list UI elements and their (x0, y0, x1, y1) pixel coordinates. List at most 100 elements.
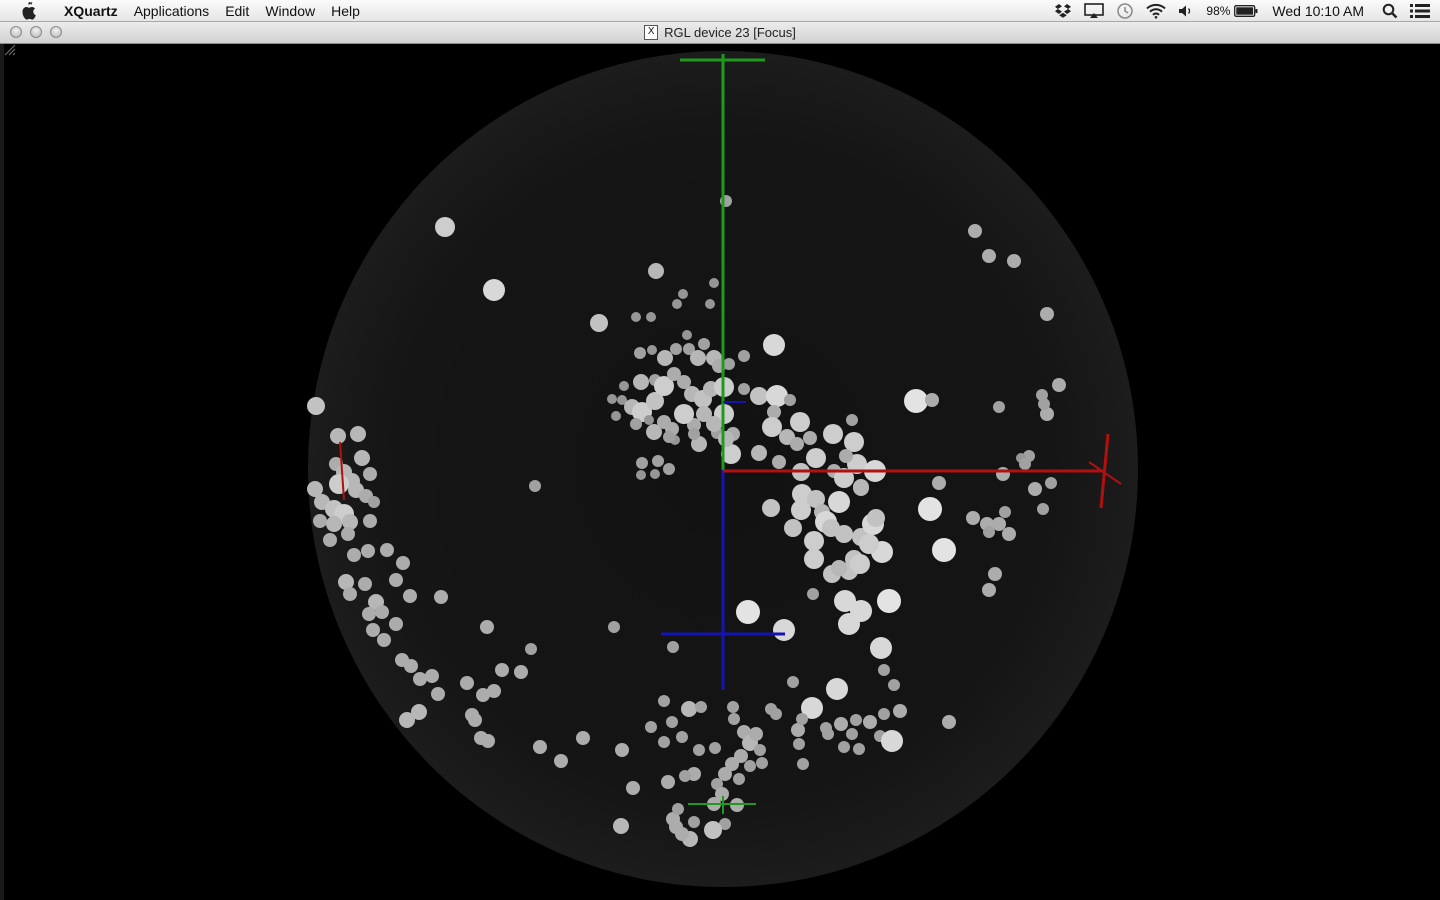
data-point (877, 589, 901, 613)
apple-icon[interactable] (0, 2, 56, 20)
time-machine-icon[interactable] (1110, 0, 1140, 22)
data-point (826, 678, 848, 700)
data-point (648, 263, 664, 279)
data-point (1019, 458, 1031, 470)
battery-percent: 98% (1206, 4, 1231, 18)
data-point (838, 741, 850, 753)
data-point (1037, 503, 1049, 515)
menu-xquartz[interactable]: XQuartz (56, 0, 126, 22)
wifi-icon[interactable] (1140, 0, 1172, 22)
data-point (823, 424, 843, 444)
data-point (756, 757, 768, 769)
data-point (738, 350, 750, 362)
data-point (709, 742, 721, 754)
data-point (611, 411, 621, 421)
data-point (932, 538, 956, 562)
battery-icon[interactable] (1234, 0, 1264, 22)
data-point (718, 431, 734, 447)
data-point (796, 713, 808, 725)
data-point (828, 491, 850, 513)
menu-applications[interactable]: Applications (126, 0, 218, 22)
data-point (728, 713, 740, 725)
search-icon[interactable] (1376, 0, 1404, 22)
data-point (468, 713, 482, 727)
data-point (613, 818, 629, 834)
data-point (878, 708, 890, 720)
data-point (483, 279, 505, 301)
data-point (626, 781, 640, 795)
window-titlebar[interactable]: X RGL device 23 [Focus] (0, 22, 1440, 44)
data-point (323, 533, 337, 547)
data-point (704, 821, 722, 839)
data-point (870, 637, 892, 659)
data-point (793, 738, 805, 750)
data-point (658, 695, 670, 707)
menu-edit[interactable]: Edit (217, 0, 257, 22)
data-point (533, 740, 547, 754)
menu-help[interactable]: Help (323, 0, 368, 22)
data-point (636, 457, 648, 469)
data-point (663, 431, 675, 443)
data-point (863, 715, 877, 729)
data-point (644, 415, 654, 425)
dropbox-icon[interactable] (1048, 0, 1078, 22)
data-point (435, 217, 455, 237)
data-point (403, 589, 417, 603)
data-point (767, 405, 781, 419)
menu-clock[interactable]: Wed 10:10 AM (1264, 3, 1376, 19)
data-point (1028, 482, 1042, 496)
data-point (650, 469, 660, 479)
data-point (688, 428, 700, 440)
data-point (831, 560, 847, 576)
rgl-canvas[interactable] (0, 44, 1440, 900)
data-point (999, 506, 1011, 518)
data-point (846, 414, 858, 426)
data-point (631, 312, 641, 322)
data-point (839, 449, 853, 463)
data-point (313, 514, 327, 528)
data-point (690, 350, 706, 366)
data-point (404, 659, 418, 673)
data-point (846, 728, 858, 740)
data-point (663, 463, 675, 475)
data-point (822, 728, 834, 740)
scene-svg[interactable] (4, 44, 1440, 900)
resize-grip-icon[interactable] (4, 44, 16, 56)
list-icon[interactable] (1404, 0, 1440, 22)
data-point (744, 760, 756, 772)
data-point (661, 775, 675, 789)
data-point (754, 744, 766, 756)
data-point (925, 393, 939, 407)
data-point (307, 397, 325, 415)
data-point (672, 299, 682, 309)
data-point (619, 381, 629, 391)
data-point (988, 567, 1002, 581)
data-point (647, 345, 657, 355)
data-point (666, 716, 678, 728)
data-point (354, 450, 370, 466)
data-point (554, 754, 568, 768)
volume-icon[interactable] (1172, 0, 1200, 22)
data-point (341, 527, 355, 541)
data-point (803, 431, 817, 445)
data-point (996, 467, 1010, 481)
data-point (838, 613, 860, 635)
data-point (850, 714, 862, 726)
window-title: RGL device 23 [Focus] (664, 25, 796, 40)
data-point (646, 312, 656, 322)
menu-window[interactable]: Window (257, 0, 323, 22)
data-point (751, 445, 767, 461)
data-point (723, 358, 735, 370)
data-point (904, 389, 928, 413)
data-point (762, 417, 782, 437)
data-point (358, 577, 372, 591)
data-point (791, 723, 805, 737)
airplay-icon[interactable] (1078, 0, 1110, 22)
data-point (1007, 254, 1021, 268)
data-point (608, 621, 620, 633)
data-point (881, 730, 903, 752)
data-point (835, 525, 853, 543)
data-point (878, 664, 890, 676)
data-point (993, 401, 1005, 413)
data-point (670, 343, 682, 355)
